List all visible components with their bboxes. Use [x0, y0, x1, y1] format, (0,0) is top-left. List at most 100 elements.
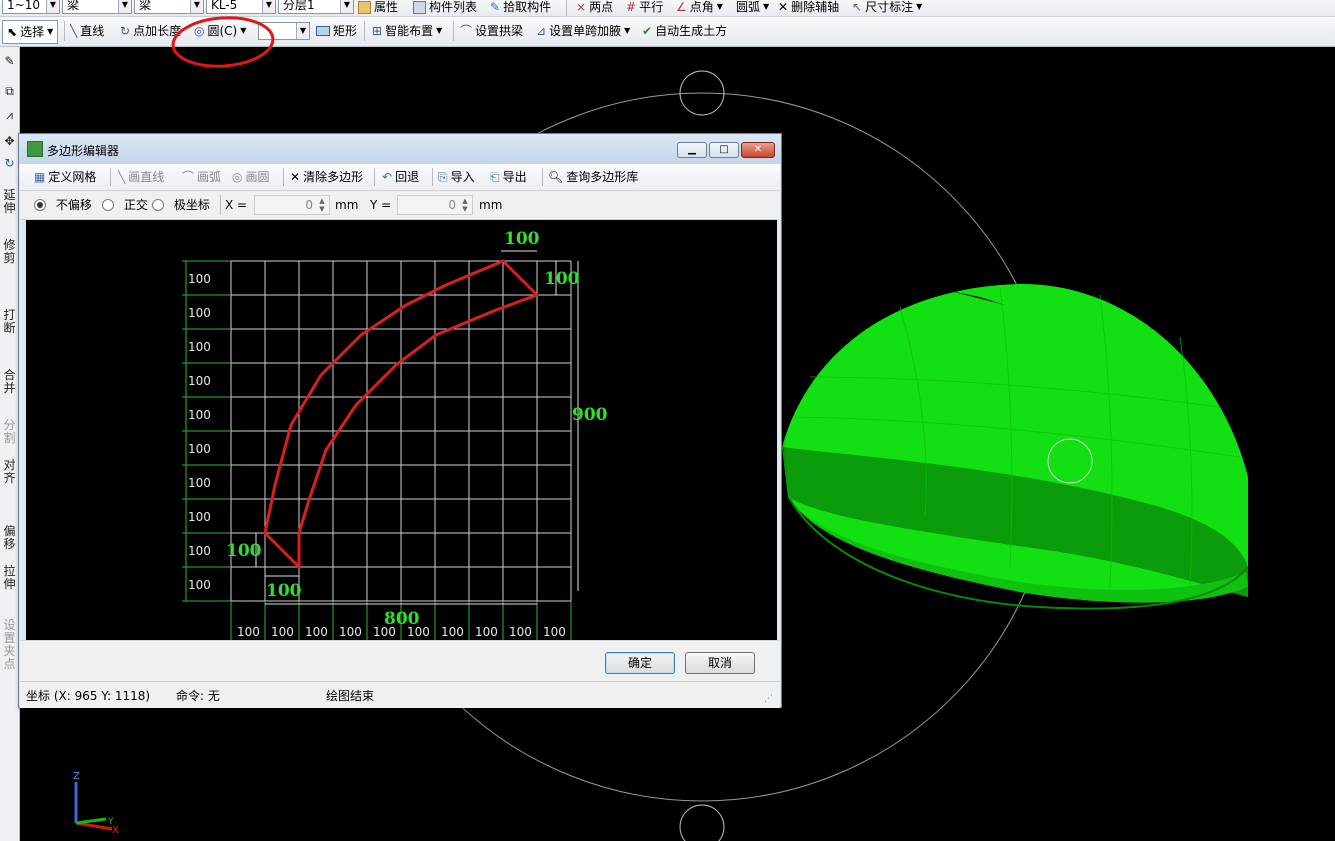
- clear-polygon-button[interactable]: ✕ 清除多边形: [290, 163, 363, 191]
- undo-button[interactable]: ↶ 回退: [382, 163, 419, 191]
- pencil-icon[interactable]: ✎: [0, 55, 19, 68]
- component-list-label: 构件列表: [429, 0, 478, 14]
- define-grid-button[interactable]: ▦ 定义网格: [34, 163, 96, 191]
- radio-ortho[interactable]: [102, 199, 114, 211]
- pick-component-button[interactable]: ✎ 拾取构件: [490, 0, 551, 16]
- x-input[interactable]: 0 ▲ ▼: [254, 195, 330, 215]
- delete-axis-button[interactable]: ✕ 删除辅轴: [778, 0, 839, 16]
- import-button[interactable]: ⎘ 导入: [438, 163, 475, 191]
- left-tool-7[interactable]: 拉伸: [0, 565, 19, 591]
- row-label: 100: [188, 476, 211, 490]
- y-unit: mm: [479, 198, 503, 212]
- chevron-down-icon[interactable]: ▼: [262, 0, 275, 13]
- close-button[interactable]: ✕: [741, 142, 775, 158]
- smart-layout-icon: ⊞: [372, 24, 383, 38]
- left-tool-0[interactable]: 延伸: [0, 189, 19, 215]
- rect-button[interactable]: 矩形: [316, 17, 357, 45]
- resize-grip-icon[interactable]: ⋰: [764, 694, 773, 704]
- floor-range-combo[interactable]: 1~10 ▼: [2, 0, 60, 14]
- parallel-axis-button[interactable]: # 平行: [626, 0, 664, 16]
- maximize-icon: □: [719, 144, 729, 155]
- dialog-statusbar: 坐标 (X: 965 Y: 1118) 命令: 无 绘图结束 ⋰: [20, 681, 780, 708]
- left-tool-5[interactable]: 对齐: [0, 459, 19, 485]
- component-subtype-combo[interactable]: 梁 ▼: [134, 0, 204, 14]
- copy-icon[interactable]: ⧉: [0, 85, 19, 98]
- component-type-combo[interactable]: 梁 ▼: [62, 0, 132, 14]
- properties-button[interactable]: 属性: [358, 0, 398, 16]
- dome-3d-model[interactable]: [782, 283, 1249, 610]
- left-tool-3[interactable]: 合并: [0, 369, 19, 395]
- polygon-grid-svg[interactable]: 100100100100100100100100100100100 100 100 1…: [26, 220, 777, 640]
- set-span-haunch-button[interactable]: ⊿ 设置单跨加腋 ▼: [536, 17, 630, 45]
- polar-option[interactable]: 极坐标: [152, 191, 210, 219]
- chevron-down-icon[interactable]: ▼: [46, 0, 59, 13]
- col-label: 100: [441, 625, 464, 639]
- left-tool-2[interactable]: 打断: [0, 309, 19, 335]
- component-name-combo[interactable]: KL-5 ▼: [206, 0, 276, 14]
- dimension-text: 100: [226, 541, 262, 561]
- import-icon: ⎘: [438, 170, 448, 184]
- auto-earthwork-button[interactable]: ✔ 自动生成土方: [642, 17, 727, 45]
- y-input[interactable]: 0 ▲ ▼: [397, 195, 473, 215]
- two-point-axis-button[interactable]: ⨯ 两点: [576, 0, 613, 16]
- layer-combo[interactable]: 分层1 ▼: [278, 0, 354, 14]
- chevron-down-icon[interactable]: ▼: [624, 17, 630, 45]
- set-span-haunch-label: 设置单跨加腋: [549, 24, 622, 38]
- rotate-icon[interactable]: ↻: [0, 157, 19, 170]
- spin-arrows-icon[interactable]: ▲ ▼: [316, 197, 328, 213]
- export-button[interactable]: ⎗ 导出: [490, 163, 527, 191]
- select-label: 选择: [20, 25, 45, 39]
- arc-axis-button[interactable]: 圆弧 ▼: [736, 0, 769, 16]
- grip-circle-bottom[interactable]: [679, 804, 725, 841]
- chevron-down-icon[interactable]: ▼: [436, 17, 442, 45]
- point-angle-axis-button[interactable]: ∠ 点角 ▼: [676, 0, 723, 16]
- dimension-button[interactable]: ↖ 尺寸标注 ▼: [852, 0, 922, 16]
- left-tool-4[interactable]: 分割: [0, 419, 19, 445]
- draw-circle-button[interactable]: ◎ 画圆: [232, 163, 270, 191]
- left-tool-1[interactable]: 修剪: [0, 239, 19, 265]
- separator: [110, 168, 111, 186]
- row-label: 100: [188, 544, 211, 558]
- set-arch-beam-button[interactable]: ⌒ 设置拱梁: [460, 17, 523, 45]
- circle-icon: ◎: [232, 170, 243, 184]
- dialog-titlebar[interactable]: 多边形编辑器 ▁ □ ✕: [19, 134, 781, 164]
- no-offset-option[interactable]: 不偏移: [34, 191, 92, 219]
- mirror-icon[interactable]: ⩘: [0, 109, 19, 122]
- smart-layout-button[interactable]: ⊞ 智能布置 ▼: [372, 17, 442, 45]
- line-label: 直线: [80, 24, 105, 38]
- chevron-down-icon[interactable]: ▼: [717, 0, 723, 16]
- parallel-label: 平行: [639, 0, 664, 14]
- chevron-down-icon[interactable]: ▼: [340, 0, 353, 13]
- select-button[interactable]: ⬉ 选择 ▼: [2, 20, 59, 44]
- ok-button[interactable]: 确定: [605, 652, 675, 674]
- move-icon[interactable]: ✥: [0, 135, 19, 148]
- polygon-canvas[interactable]: 100 100 100 100 100 100 100 100 100 100 100 100 100 1…: [26, 220, 777, 640]
- chevron-down-icon[interactable]: ▼: [118, 0, 131, 13]
- chevron-down-icon[interactable]: ▼: [47, 21, 53, 43]
- chevron-down-icon[interactable]: ▼: [916, 0, 922, 16]
- draw-arc-button[interactable]: ⌒ 画弧: [182, 163, 221, 191]
- radio-no-offset[interactable]: [34, 199, 46, 211]
- polar-label: 极坐标: [173, 198, 210, 212]
- component-list-button[interactable]: 构件列表: [413, 0, 478, 16]
- dimension-label: 尺寸标注: [865, 0, 914, 14]
- draw-line-button[interactable]: ╲ 画直线: [118, 163, 164, 191]
- left-tool-8[interactable]: 设置夹点: [0, 619, 19, 671]
- minimize-button[interactable]: ▁: [677, 142, 707, 158]
- radio-polar[interactable]: [152, 199, 164, 211]
- col-label: 100: [475, 625, 498, 639]
- chevron-down-icon[interactable]: ▼: [190, 0, 203, 13]
- dimension-text: 800: [384, 609, 420, 629]
- chevron-down-icon[interactable]: ▼: [763, 0, 769, 16]
- query-library-button[interactable]: 🔍︎ 查询多边形库: [548, 163, 638, 191]
- cancel-button[interactable]: 取消: [685, 652, 755, 674]
- maximize-button[interactable]: □: [709, 142, 739, 158]
- x-unit: mm: [335, 198, 359, 212]
- left-tool-6[interactable]: 偏移: [0, 525, 19, 551]
- spin-arrows-icon[interactable]: ▲ ▼: [459, 197, 471, 213]
- rect-label: 矩形: [333, 24, 358, 38]
- line-button[interactable]: ╲ 直线: [70, 17, 104, 45]
- axis-z-label: Z: [73, 771, 80, 782]
- chevron-down-icon[interactable]: ▼: [296, 23, 309, 39]
- ortho-option[interactable]: 正交: [102, 191, 148, 219]
